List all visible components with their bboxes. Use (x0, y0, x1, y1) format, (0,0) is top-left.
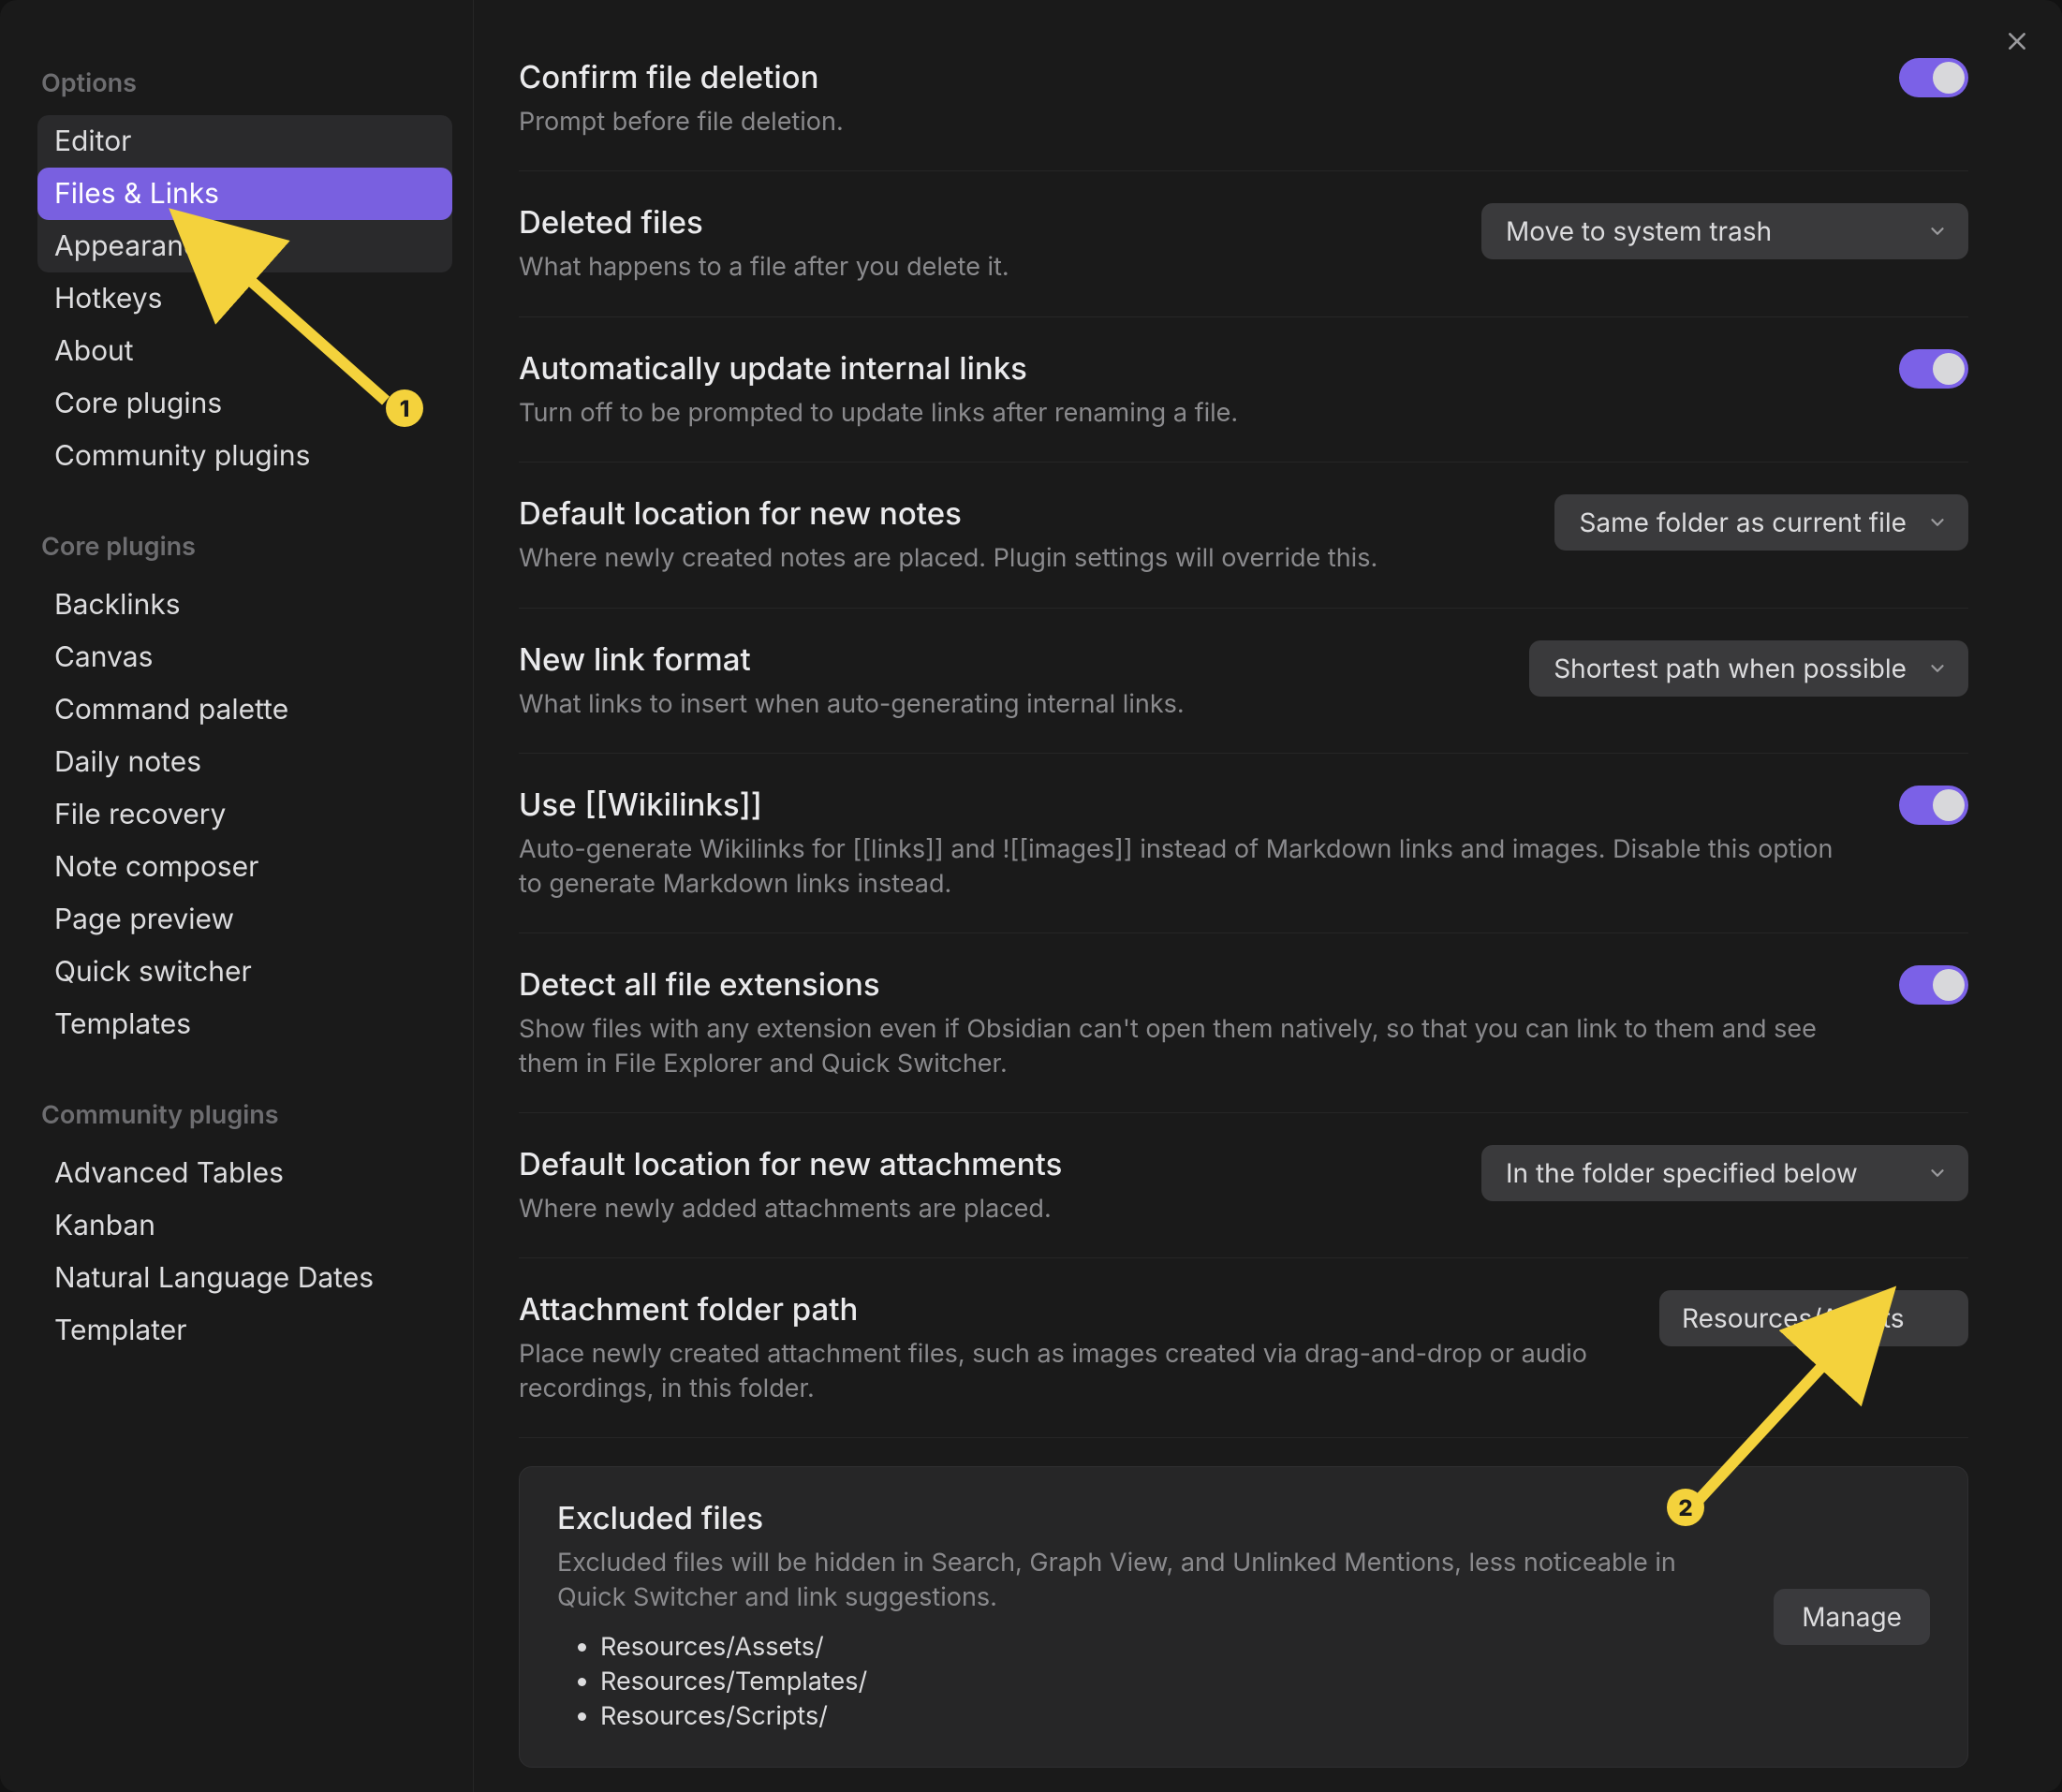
close-icon (2005, 29, 2029, 53)
setting-desc: What happens to a file after you delete … (519, 250, 1444, 284)
close-button[interactable] (2000, 24, 2034, 58)
sidebar-item[interactable]: Quick switcher (37, 946, 452, 998)
excluded-title: Excluded files (557, 1499, 1736, 1536)
setting-desc: Place newly created attachment files, su… (519, 1337, 1622, 1405)
setting-title: Attachment folder path (519, 1290, 1622, 1328)
deleted-files-dropdown[interactable]: Move to system trash (1481, 203, 1968, 259)
auto-links-toggle[interactable] (1899, 349, 1968, 389)
sidebar-item[interactable]: Backlinks (37, 579, 452, 631)
sidebar-item[interactable]: Templates (37, 998, 452, 1050)
chevron-down-icon (1927, 1163, 1948, 1183)
dropdown-value: Shortest path when possible (1554, 653, 1907, 684)
chevron-down-icon (1927, 512, 1948, 533)
sidebar-item[interactable]: Natural Language Dates (37, 1252, 452, 1304)
sidebar-item[interactable]: Hotkeys (37, 272, 452, 325)
setting-row-auto-links: Automatically update internal links Turn … (519, 317, 1968, 463)
setting-desc: Turn off to be prompted to update links … (519, 396, 1862, 430)
sidebar-section-label: Community plugins (41, 1099, 452, 1130)
excluded-files-card: Excluded files Excluded files will be hid… (519, 1466, 1968, 1768)
sidebar-item[interactable]: Command palette (37, 683, 452, 736)
setting-row-confirm-delete: Confirm file deletion Prompt before file … (519, 39, 1968, 171)
setting-desc: Auto-generate Wikilinks for [[links]] an… (519, 832, 1862, 901)
setting-title: New link format (519, 640, 1492, 678)
sidebar-item[interactable]: Kanban (37, 1199, 452, 1252)
setting-desc: Prompt before file deletion. (519, 105, 1862, 139)
setting-row-link-format: New link format What links to insert when… (519, 609, 1968, 754)
excluded-list: Resources/Assets/Resources/Templates/Res… (557, 1631, 1736, 1731)
manage-button[interactable]: Manage (1774, 1589, 1930, 1645)
link-format-dropdown[interactable]: Shortest path when possible (1529, 640, 1968, 697)
sidebar-section-label: Core plugins (41, 531, 452, 562)
excluded-item: Resources/Assets/ (600, 1631, 1736, 1662)
sidebar-item[interactable]: Community plugins (37, 430, 452, 482)
all-ext-toggle[interactable] (1899, 965, 1968, 1005)
excluded-item: Resources/Scripts/ (600, 1700, 1736, 1731)
sidebar-item[interactable]: Templater (37, 1304, 452, 1357)
sidebar-section-label: Options (41, 67, 452, 98)
sidebar-item[interactable]: Canvas (37, 631, 452, 683)
setting-row-attach-path: Attachment folder path Place newly create… (519, 1258, 1968, 1438)
setting-row-attach-loc: Default location for new attachments Wher… (519, 1113, 1968, 1258)
dropdown-value: In the folder specified below (1506, 1157, 1858, 1189)
attach-path-input[interactable]: Resources/Assets (1659, 1290, 1968, 1346)
setting-row-all-ext: Detect all file extensions Show files wit… (519, 933, 1968, 1113)
setting-desc: Where newly created notes are placed. Pl… (519, 541, 1517, 575)
setting-desc: Show files with any extension even if Ob… (519, 1012, 1862, 1080)
setting-desc: What links to insert when auto-generatin… (519, 687, 1492, 721)
sidebar-item[interactable]: Files & Links (37, 168, 452, 220)
confirm-delete-toggle[interactable] (1899, 58, 1968, 97)
setting-title: Default location for new notes (519, 494, 1517, 532)
setting-title: Automatically update internal links (519, 349, 1862, 387)
setting-desc: Where newly added attachments are placed… (519, 1192, 1444, 1226)
setting-title: Use [[Wikilinks]] (519, 786, 1862, 823)
sidebar-item[interactable]: Daily notes (37, 736, 452, 788)
excluded-desc: Excluded files will be hidden in Search,… (557, 1546, 1736, 1614)
settings-sidebar: Options EditorFiles & LinksAppearanceHotk… (0, 0, 474, 1792)
attach-loc-dropdown[interactable]: In the folder specified below (1481, 1145, 1968, 1201)
sidebar-item[interactable]: Advanced Tables (37, 1147, 452, 1199)
settings-list: Confirm file deletion Prompt before file … (474, 0, 2062, 1792)
settings-content: Confirm file deletion Prompt before file … (474, 0, 2062, 1792)
sidebar-item[interactable]: Appearance (37, 220, 452, 272)
setting-row-wikilinks: Use [[Wikilinks]] Auto-generate Wikilinks… (519, 754, 1968, 933)
sidebar-item[interactable]: Note composer (37, 841, 452, 893)
sidebar-item[interactable]: File recovery (37, 788, 452, 841)
sidebar-item[interactable]: Editor (37, 115, 452, 168)
sidebar-item[interactable]: Page preview (37, 893, 452, 946)
sidebar-item[interactable]: About (37, 325, 452, 377)
wikilinks-toggle[interactable] (1899, 786, 1968, 825)
setting-title: Default location for new attachments (519, 1145, 1444, 1182)
setting-row-deleted-files: Deleted files What happens to a file afte… (519, 171, 1968, 316)
setting-row-new-note-loc: Default location for new notes Where newl… (519, 463, 1968, 608)
dropdown-value: Move to system trash (1506, 215, 1772, 247)
chevron-down-icon (1927, 658, 1948, 679)
setting-title: Deleted files (519, 203, 1444, 241)
chevron-down-icon (1927, 221, 1948, 242)
setting-title: Detect all file extensions (519, 965, 1862, 1003)
sidebar-item[interactable]: Core plugins (37, 377, 452, 430)
excluded-item: Resources/Templates/ (600, 1666, 1736, 1697)
dropdown-value: Same folder as current file (1579, 507, 1907, 538)
setting-title: Confirm file deletion (519, 58, 1862, 95)
new-note-loc-dropdown[interactable]: Same folder as current file (1554, 494, 1968, 551)
